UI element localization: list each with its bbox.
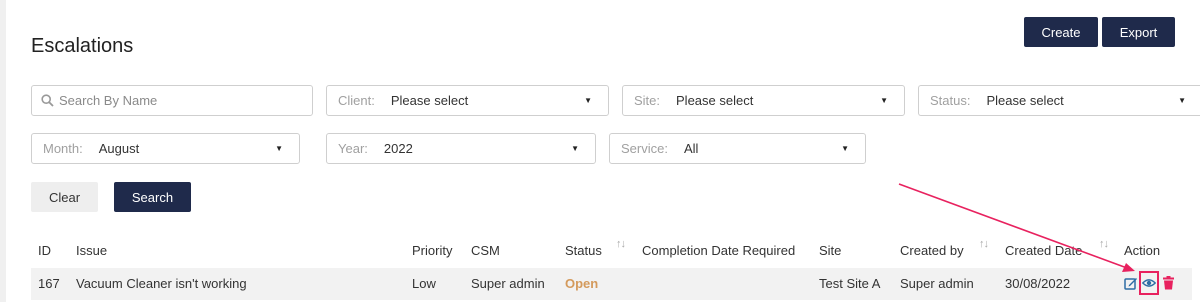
column-header-created-date[interactable]: Created Date <box>1005 243 1082 258</box>
trash-icon[interactable] <box>1161 276 1175 290</box>
clear-button[interactable]: Clear <box>31 182 98 212</box>
site-select[interactable]: Site: Please select ▼ <box>622 85 905 116</box>
service-label: Service: <box>621 141 668 156</box>
column-header-site: Site <box>819 243 842 258</box>
cell-id: 167 <box>38 276 60 291</box>
cell-created-date: 30/08/2022 <box>1005 276 1071 291</box>
edit-icon[interactable] <box>1124 276 1138 290</box>
client-value: Please select <box>390 93 469 108</box>
service-select[interactable]: Service: All ▼ <box>609 133 866 164</box>
chevron-down-icon: ▼ <box>571 144 579 153</box>
status-select[interactable]: Status: Please select ▼ <box>918 85 1200 116</box>
page-title: Escalations <box>31 35 134 57</box>
column-header-status[interactable]: Status <box>565 243 602 258</box>
client-select[interactable]: Client: Please select ▼ <box>326 85 609 116</box>
year-label: Year: <box>338 141 368 156</box>
site-label: Site: <box>634 93 661 108</box>
sort-icon[interactable]: ↑↓ <box>1099 238 1109 250</box>
client-label: Client: <box>338 93 375 108</box>
chevron-down-icon: ▼ <box>1178 96 1186 105</box>
cell-csm: Super admin <box>471 276 545 291</box>
page-left-edge <box>0 0 6 302</box>
search-input[interactable] <box>59 93 299 108</box>
status-label: Status: <box>930 93 971 108</box>
month-value: August <box>98 141 140 156</box>
column-header-issue: Issue <box>76 243 108 258</box>
sort-icon[interactable]: ↑↓ <box>616 238 626 250</box>
year-value: 2022 <box>383 141 413 156</box>
year-select[interactable]: Year: 2022 ▼ <box>326 133 596 164</box>
cell-priority: Low <box>412 276 436 291</box>
column-header-created-by[interactable]: Created by <box>900 243 964 258</box>
column-header-csm: CSM <box>471 243 500 258</box>
status-badge: Open <box>565 276 599 291</box>
search-icon <box>41 94 55 108</box>
export-button[interactable]: Export <box>1102 17 1175 47</box>
cell-site: Test Site A <box>819 276 881 291</box>
sort-icon[interactable]: ↑↓ <box>979 238 989 250</box>
search-field[interactable] <box>31 85 313 116</box>
chevron-down-icon: ▼ <box>584 96 592 105</box>
cell-created-by: Super admin <box>900 276 974 291</box>
site-value: Please select <box>676 93 754 108</box>
column-header-completion-date: Completion Date Required <box>642 243 796 258</box>
create-button[interactable]: Create <box>1024 17 1098 47</box>
chevron-down-icon: ▼ <box>841 144 849 153</box>
chevron-down-icon: ▼ <box>275 144 283 153</box>
month-label: Month: <box>43 141 83 156</box>
search-button[interactable]: Search <box>114 182 191 212</box>
status-value: Please select <box>986 93 1064 108</box>
service-value: All <box>683 141 699 156</box>
column-header-id: ID <box>38 243 51 258</box>
cell-issue: Vacuum Cleaner isn't working <box>76 276 247 291</box>
highlight-box <box>1139 271 1159 295</box>
column-header-action: Action <box>1124 243 1161 258</box>
chevron-down-icon: ▼ <box>880 96 888 105</box>
column-header-priority: Priority <box>412 243 453 258</box>
month-select[interactable]: Month: August ▼ <box>31 133 300 164</box>
